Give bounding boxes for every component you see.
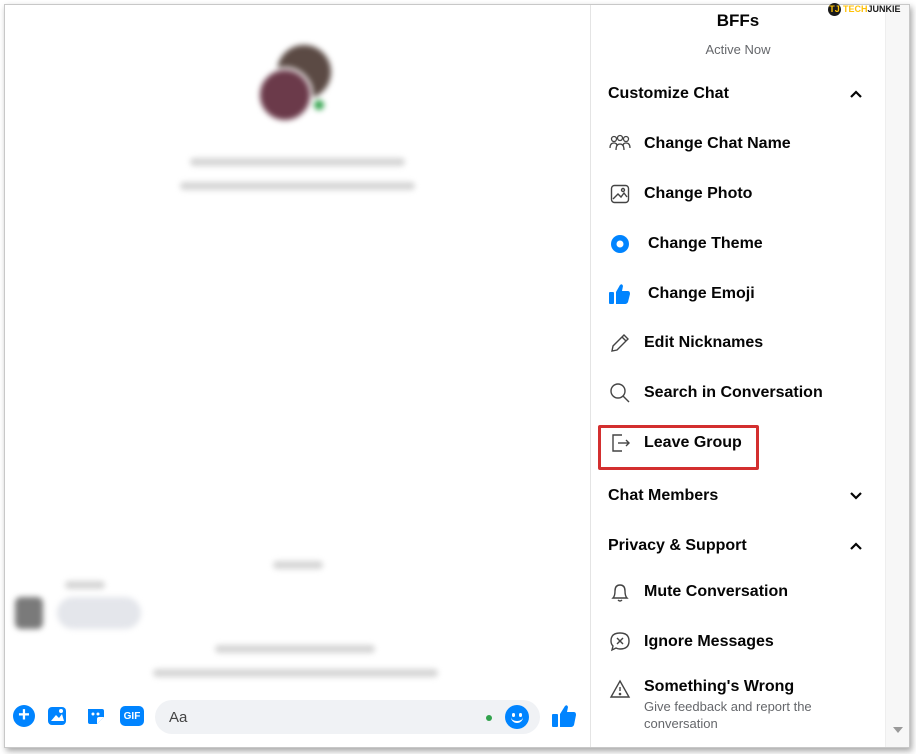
image-icon — [608, 182, 632, 206]
search-in-conversation-item[interactable]: Search in Conversation — [608, 373, 868, 413]
chevron-up-icon — [844, 534, 868, 558]
customize-chat-header[interactable]: Customize Chat — [608, 76, 868, 112]
blurred-text — [190, 158, 405, 166]
blurred-text — [65, 581, 105, 589]
blurred-content — [5, 5, 589, 747]
edit-nicknames-item[interactable]: Edit Nicknames — [608, 323, 868, 363]
message-bubble — [57, 597, 141, 629]
blurred-text — [153, 669, 438, 677]
message-input[interactable] — [155, 700, 540, 734]
attach-photo-button[interactable] — [45, 703, 71, 729]
active-status: Active Now — [705, 42, 771, 57]
change-emoji-item[interactable]: Change Emoji — [608, 274, 868, 314]
chevron-down-icon — [844, 484, 868, 508]
conversation-pane: + GIF — [5, 5, 589, 747]
sticker-button[interactable] — [83, 703, 109, 729]
photo-icon — [48, 707, 66, 725]
item-label: Something's Wrong — [644, 678, 795, 695]
ignore-icon — [608, 630, 632, 654]
chat-members-header[interactable]: Chat Members — [608, 478, 868, 514]
item-sublabel: Give feedback and report the conversatio… — [644, 699, 812, 731]
sender-avatar — [15, 597, 43, 629]
ignore-messages-item[interactable]: Ignore Messages — [608, 622, 868, 662]
section-label: Privacy & Support — [608, 537, 747, 554]
section-label: Chat Members — [608, 487, 719, 504]
logo-mark: TJ — [828, 2, 841, 16]
plus-icon: + — [13, 705, 35, 727]
search-icon — [608, 381, 632, 405]
conversation-info-panel: BFFs Active Now Customize Chat Change Ch… — [590, 5, 884, 747]
privacy-support-header[interactable]: Privacy & Support — [608, 528, 868, 564]
group-name-blurred — [5, 129, 589, 145]
gif-button[interactable]: GIF — [119, 703, 145, 729]
item-label: Search in Conversation — [644, 384, 823, 401]
leave-icon — [608, 431, 632, 455]
member-avatar — [257, 67, 313, 123]
pencil-icon — [608, 331, 632, 355]
scroll-down-arrow-icon[interactable] — [893, 727, 903, 733]
change-photo-item[interactable]: Change Photo — [608, 174, 868, 214]
item-label: Change Chat Name — [644, 135, 791, 152]
theme-icon — [608, 232, 632, 256]
bell-icon — [608, 580, 632, 604]
chevron-up-icon — [844, 82, 868, 106]
warning-icon — [608, 677, 632, 701]
sticker-icon — [88, 709, 104, 724]
people-icon — [608, 132, 632, 156]
blurred-text — [180, 182, 415, 190]
techjunkie-logo: TJ TECH JUNKIE — [828, 2, 901, 16]
change-theme-item[interactable]: Change Theme — [608, 224, 868, 264]
item-label: Change Photo — [644, 185, 753, 202]
messenger-window: + GIF Aa BFFs Active Now Customize Chat … — [4, 4, 910, 748]
message-composer: + GIF — [5, 695, 589, 741]
item-label: Change Emoji — [648, 285, 755, 302]
thumbs-up-icon — [552, 705, 576, 727]
send-like-button[interactable] — [549, 701, 579, 731]
change-chat-name-item[interactable]: Change Chat Name — [608, 124, 868, 164]
blurred-text — [215, 645, 375, 653]
section-label: Customize Chat — [608, 85, 729, 102]
logo-text-tech: TECH — [843, 4, 868, 14]
scrollbar[interactable] — [885, 5, 909, 747]
item-label: Edit Nicknames — [644, 334, 764, 351]
group-avatar — [257, 45, 337, 125]
item-text: Something's Wrong Give feedback and repo… — [644, 672, 844, 732]
item-label: Ignore Messages — [644, 633, 774, 650]
item-label: Mute Conversation — [644, 583, 789, 600]
logo-text-junkie: JUNKIE — [867, 4, 901, 14]
online-indicator — [311, 97, 327, 113]
gif-icon: GIF — [120, 706, 144, 726]
more-actions-button[interactable]: + — [11, 703, 37, 729]
somethings-wrong-item[interactable]: Something's Wrong Give feedback and repo… — [608, 672, 868, 736]
leave-group-item[interactable]: Leave Group — [608, 423, 868, 463]
thumbs-up-icon — [608, 282, 632, 306]
item-label: Leave Group — [644, 434, 742, 451]
status-dot — [486, 715, 492, 721]
mute-conversation-item[interactable]: Mute Conversation — [608, 572, 868, 612]
smiley-icon — [511, 717, 523, 723]
item-label: Change Theme — [648, 235, 763, 252]
blurred-text — [273, 561, 323, 569]
emoji-button[interactable] — [505, 705, 529, 729]
